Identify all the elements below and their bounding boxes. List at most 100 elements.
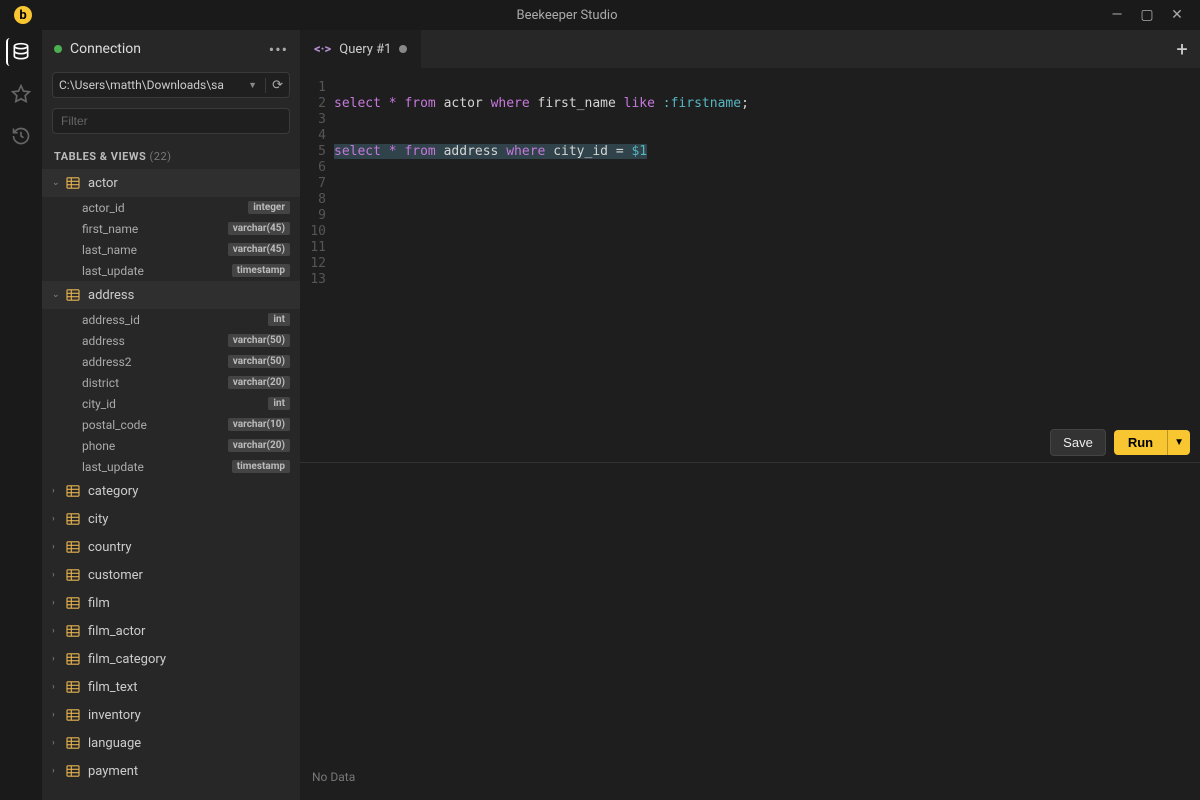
column-name: first_name: [82, 222, 228, 236]
editor-actions: Save Run ▼: [300, 423, 1200, 463]
column-name: district: [82, 376, 228, 390]
code-line[interactable]: select * from actor where first_name lik…: [334, 96, 1200, 112]
column-row[interactable]: last_updatetimestamp: [42, 456, 300, 477]
column-row[interactable]: phonevarchar(20): [42, 435, 300, 456]
run-dropdown-button[interactable]: ▼: [1167, 430, 1190, 455]
run-button[interactable]: Run: [1114, 430, 1167, 455]
chevron-right-icon: ›: [52, 710, 66, 720]
table-row-payment[interactable]: › payment: [42, 757, 300, 785]
table-icon: [66, 569, 82, 581]
database-icon[interactable]: [6, 38, 34, 66]
table-row-film_actor[interactable]: ›film_actor: [42, 617, 300, 645]
connection-menu-button[interactable]: •••: [269, 40, 288, 59]
database-path-text: C:\Users\matth\Downloads\sa: [59, 78, 244, 92]
table-row-language[interactable]: ›language: [42, 729, 300, 757]
chevron-right-icon: ›: [52, 738, 66, 748]
tab-query-1[interactable]: <·> Query #1: [300, 30, 422, 68]
database-path-selector[interactable]: C:\Users\matth\Downloads\sa ▼ ⟳: [52, 72, 290, 98]
table-row-address[interactable]: ⌄address: [42, 281, 300, 309]
column-row[interactable]: city_idint: [42, 393, 300, 414]
column-row[interactable]: address_idint: [42, 309, 300, 330]
table-row-category[interactable]: ›category: [42, 477, 300, 505]
code-line[interactable]: [334, 272, 1200, 288]
code-line[interactable]: [334, 80, 1200, 96]
chevron-right-icon: ›: [52, 542, 66, 552]
star-icon[interactable]: [7, 80, 35, 108]
table-list[interactable]: ⌄actoractor_idintegerfirst_namevarchar(4…: [42, 169, 300, 800]
code-line[interactable]: [334, 160, 1200, 176]
column-type-badge: varchar(20): [228, 439, 290, 452]
minimize-button[interactable]: —: [1102, 7, 1132, 23]
table-name: film_actor: [88, 624, 145, 639]
no-data-label: No Data: [312, 770, 1188, 790]
column-name: last_name: [82, 243, 228, 257]
titlebar: b Beekeeper Studio — ▢ ✕: [0, 0, 1200, 30]
column-row[interactable]: districtvarchar(20): [42, 372, 300, 393]
column-name: postal_code: [82, 418, 228, 432]
table-icon: [66, 765, 82, 777]
table-name: film: [88, 596, 110, 611]
column-row[interactable]: first_namevarchar(45): [42, 218, 300, 239]
line-gutter: 12345678910111213: [300, 80, 334, 423]
column-type-badge: timestamp: [232, 460, 290, 473]
chevron-right-icon: ›: [52, 514, 66, 524]
code-line[interactable]: [334, 176, 1200, 192]
table-row-customer[interactable]: › customer: [42, 561, 300, 589]
table-name: customer: [88, 568, 143, 583]
close-button[interactable]: ✕: [1162, 7, 1192, 23]
table-row-film_text[interactable]: ›film_text: [42, 673, 300, 701]
table-icon: [66, 681, 82, 693]
table-row-film_category[interactable]: ›film_category: [42, 645, 300, 673]
chevron-down-icon: ⌄: [52, 290, 66, 300]
new-tab-button[interactable]: +: [1164, 30, 1200, 68]
column-row[interactable]: last_updatetimestamp: [42, 260, 300, 281]
code-line[interactable]: [334, 240, 1200, 256]
column-row[interactable]: addressvarchar(50): [42, 330, 300, 351]
column-type-badge: int: [268, 397, 290, 410]
table-name: country: [88, 540, 132, 555]
code-line[interactable]: [334, 256, 1200, 272]
column-type-badge: int: [268, 313, 290, 326]
code-line[interactable]: [334, 112, 1200, 128]
chevron-down-icon: ▼: [248, 80, 257, 91]
table-row-film[interactable]: ›film: [42, 589, 300, 617]
save-button[interactable]: Save: [1050, 429, 1106, 456]
maximize-button[interactable]: ▢: [1132, 7, 1162, 23]
query-icon: <·>: [314, 42, 331, 57]
chevron-right-icon: ›: [52, 654, 66, 664]
column-type-badge: timestamp: [232, 264, 290, 277]
code-line[interactable]: select * from address where city_id = $1: [334, 144, 1200, 160]
code-line[interactable]: [334, 224, 1200, 240]
table-row-country[interactable]: › country: [42, 533, 300, 561]
column-type-badge: integer: [248, 201, 290, 214]
table-icon: [66, 541, 82, 553]
column-name: last_update: [82, 264, 232, 278]
column-name: last_update: [82, 460, 232, 474]
table-row-actor[interactable]: ⌄actor: [42, 169, 300, 197]
sql-editor[interactable]: 12345678910111213 select * from actor wh…: [300, 68, 1200, 423]
reload-button[interactable]: ⟳: [265, 78, 283, 93]
table-row-inventory[interactable]: › inventory: [42, 701, 300, 729]
tables-section-header: TABLES & VIEWS (22): [42, 140, 300, 169]
table-row-city[interactable]: ›city: [42, 505, 300, 533]
column-row[interactable]: actor_idinteger: [42, 197, 300, 218]
code-line[interactable]: [334, 128, 1200, 144]
table-name: inventory: [88, 708, 141, 723]
chevron-right-icon: ›: [52, 486, 66, 496]
chevron-right-icon: ›: [52, 570, 66, 580]
column-row[interactable]: last_namevarchar(45): [42, 239, 300, 260]
column-row[interactable]: address2varchar(50): [42, 351, 300, 372]
chevron-right-icon: ›: [52, 766, 66, 776]
code-line[interactable]: [334, 192, 1200, 208]
column-row[interactable]: postal_codevarchar(10): [42, 414, 300, 435]
column-type-badge: varchar(50): [228, 355, 290, 368]
column-name: city_id: [82, 397, 268, 411]
results-panel: No Data: [300, 463, 1200, 800]
column-name: phone: [82, 439, 228, 453]
history-icon[interactable]: [7, 122, 35, 150]
table-name: payment: [88, 764, 138, 779]
tab-label: Query #1: [339, 42, 391, 57]
table-icon: [66, 597, 82, 609]
filter-input[interactable]: [52, 108, 290, 134]
code-line[interactable]: [334, 208, 1200, 224]
